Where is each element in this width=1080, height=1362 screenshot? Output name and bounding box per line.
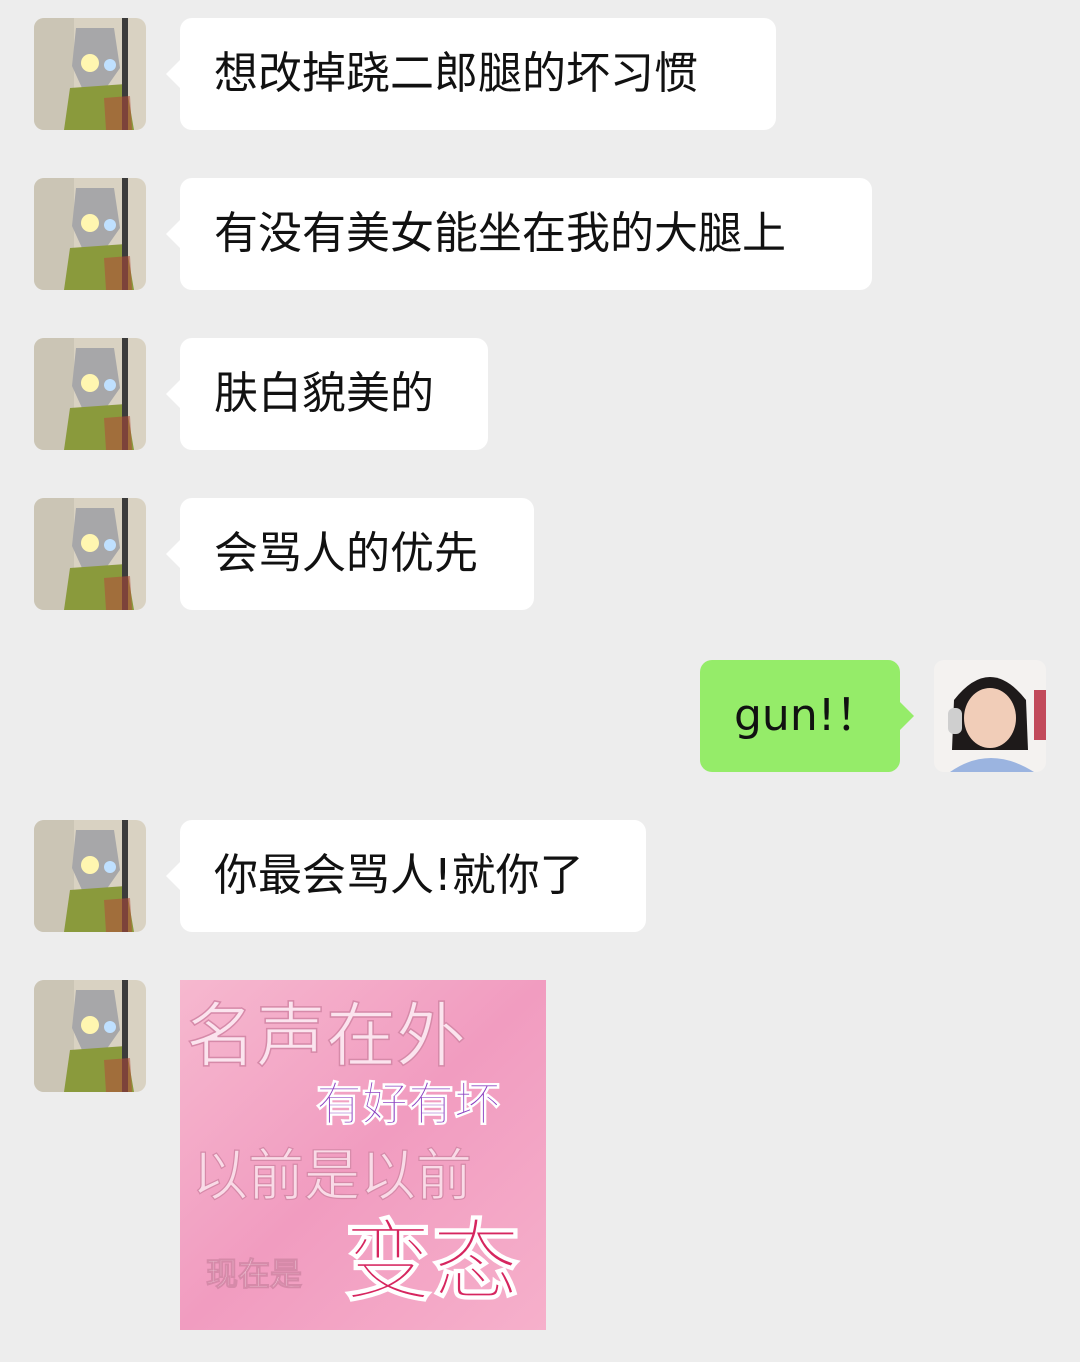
message-bubble[interactable]: 肤白貌美的 bbox=[166, 338, 488, 450]
contact-avatar[interactable] bbox=[34, 178, 146, 290]
sticker-line4-small: 现在是 bbox=[206, 1255, 302, 1293]
message-bubble[interactable]: 有没有美女能坐在我的大腿上 bbox=[166, 178, 872, 290]
contact-avatar[interactable] bbox=[34, 498, 146, 610]
sticker-line3: 以前是以前 bbox=[192, 1144, 472, 1209]
contact-avatar[interactable] bbox=[34, 980, 146, 1092]
contact-avatar[interactable] bbox=[34, 338, 146, 450]
sticker-line2: 有好有坏 bbox=[316, 1077, 500, 1131]
contact-avatar[interactable] bbox=[34, 820, 146, 932]
sticker-image[interactable]: 名声在外 有好有坏 以前是以前 现在是 变态 bbox=[180, 980, 546, 1330]
sticker-line1: 名声在外 bbox=[186, 995, 466, 1077]
message-bubble[interactable]: 你最会骂人!就你了 bbox=[166, 820, 646, 932]
message-bubble[interactable]: 想改掉跷二郎腿的坏习惯 bbox=[166, 18, 776, 130]
message-bubble[interactable]: 会骂人的优先 bbox=[166, 498, 534, 610]
sticker-line4-big: 变态 bbox=[344, 1210, 520, 1313]
contact-avatar[interactable] bbox=[34, 18, 146, 130]
message-bubble-self[interactable]: gun!！ bbox=[700, 660, 914, 772]
self-avatar[interactable] bbox=[934, 660, 1046, 772]
